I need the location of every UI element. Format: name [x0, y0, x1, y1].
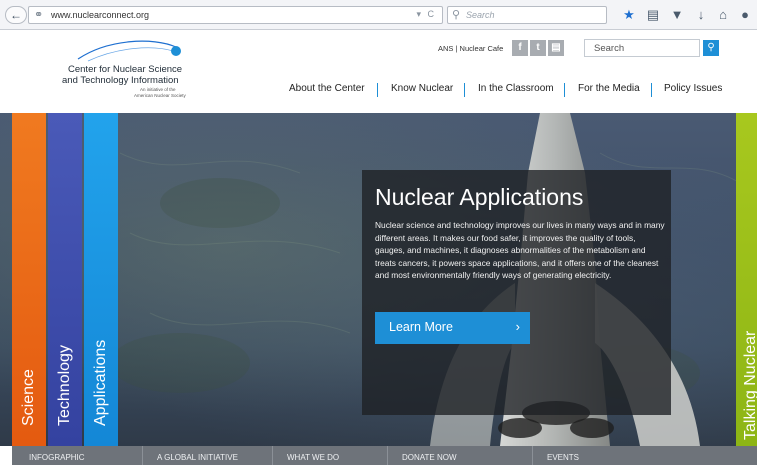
- strip-talking-nuclear-label: Talking Nuclear: [742, 330, 757, 440]
- nav-divider: [564, 83, 565, 97]
- star-icon[interactable]: ★: [621, 7, 637, 23]
- search-icon: ⚲: [452, 9, 461, 21]
- nav-policy-issues[interactable]: Policy Issues: [664, 83, 722, 94]
- back-arrow-icon[interactable]: ←: [5, 6, 27, 24]
- hero-banner: Science Technology Applications Talking …: [0, 113, 757, 446]
- logo-line-1: Center for Nuclear Science: [68, 64, 183, 75]
- nav-in-the-classroom[interactable]: In the Classroom: [478, 83, 554, 94]
- strip-technology[interactable]: Technology: [48, 113, 82, 446]
- browser-search-placeholder: Search: [466, 10, 495, 20]
- learn-more-label: Learn More: [389, 320, 453, 334]
- hero-body-text: Nuclear science and technology improves …: [375, 220, 665, 281]
- home-icon[interactable]: ⌂: [715, 7, 731, 23]
- bottom-nav-infographic[interactable]: INFOGRAPHIC: [29, 453, 85, 462]
- site-search-input[interactable]: Search: [584, 39, 700, 57]
- top-links[interactable]: ANS | Nuclear Cafe: [438, 44, 503, 53]
- facebook-icon[interactable]: f: [512, 40, 528, 56]
- pocket-icon[interactable]: ▼: [669, 7, 685, 23]
- bottom-nav-global-initiative[interactable]: A GLOBAL INITIATIVE: [157, 453, 238, 462]
- flickr-icon[interactable]: ▤: [548, 40, 564, 56]
- hero-info-panel: Nuclear Applications Nuclear science and…: [362, 170, 671, 415]
- site-header: Center for Nuclear Science and Technolog…: [0, 31, 757, 113]
- reading-list-icon[interactable]: ▤: [645, 7, 661, 23]
- address-bar[interactable]: ⚭ www.nuclearconnect.org ▾ C: [28, 6, 443, 24]
- bottom-nav-bar: INFOGRAPHIC A GLOBAL INITIATIVE WHAT WE …: [12, 446, 757, 465]
- reload-icon[interactable]: ▾ C: [416, 9, 436, 20]
- strip-science[interactable]: Science: [12, 113, 46, 446]
- strip-applications-label: Applications: [92, 339, 109, 426]
- globe-icon: ⚭: [34, 9, 44, 21]
- strip-technology-label: Technology: [56, 345, 73, 426]
- strip-science-label: Science: [20, 369, 37, 426]
- browser-toolbar: ← ⚭ www.nuclearconnect.org ▾ C ⚲ Search …: [0, 0, 757, 30]
- download-icon[interactable]: ↓: [693, 7, 709, 23]
- bottom-nav-donate-now[interactable]: DONATE NOW: [402, 453, 457, 462]
- menu-icon[interactable]: ●: [737, 7, 753, 23]
- browser-search-input[interactable]: ⚲ Search: [447, 6, 607, 24]
- main-nav: About the Center Know Nuclear In the Cla…: [0, 83, 757, 99]
- bottom-nav-what-we-do[interactable]: WHAT WE DO: [287, 453, 339, 462]
- bottom-nav-events[interactable]: EVENTS: [547, 453, 579, 462]
- twitter-icon[interactable]: t: [530, 40, 546, 56]
- logo-swoosh-icon: [77, 40, 181, 62]
- chevron-right-icon: ›: [515, 319, 520, 334]
- nav-divider: [464, 83, 465, 97]
- bottom-nav-divider: [142, 446, 143, 465]
- strip-applications[interactable]: Applications: [84, 113, 118, 446]
- site-search-placeholder: Search: [594, 43, 625, 54]
- strip-talking-nuclear[interactable]: Talking Nuclear: [736, 113, 757, 446]
- nav-divider: [651, 83, 652, 97]
- url-text: www.nuclearconnect.org: [51, 10, 150, 20]
- hero-title: Nuclear Applications: [375, 184, 584, 210]
- nav-know-nuclear[interactable]: Know Nuclear: [391, 83, 453, 94]
- nav-about-the-center[interactable]: About the Center: [289, 83, 365, 94]
- nav-divider: [377, 83, 378, 97]
- search-icon[interactable]: ⚲: [703, 40, 719, 56]
- bottom-nav-divider: [532, 446, 533, 465]
- nav-for-the-media[interactable]: For the Media: [578, 83, 640, 94]
- learn-more-button[interactable]: Learn More ›: [375, 312, 530, 344]
- bottom-nav-divider: [387, 446, 388, 465]
- bottom-nav-divider: [272, 446, 273, 465]
